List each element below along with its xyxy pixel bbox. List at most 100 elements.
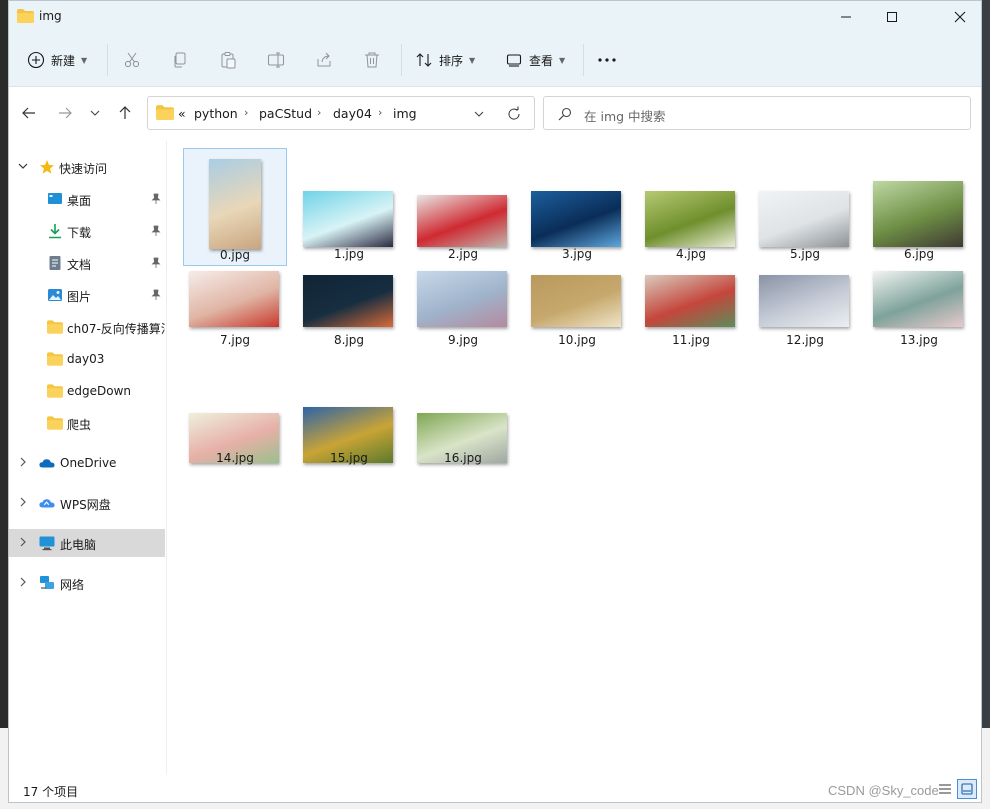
folder-icon [47, 416, 63, 430]
close-button[interactable] [937, 1, 981, 33]
sidebar-label: 网络 [60, 578, 85, 592]
maximize-button[interactable] [869, 1, 915, 33]
breadcrumb-python[interactable]: python [194, 106, 238, 121]
download-icon [49, 224, 61, 239]
chevron-right-icon[interactable] [18, 457, 28, 467]
pin-icon[interactable] [151, 289, 161, 301]
sidebar-item-quick-access[interactable]: 快速访问 [9, 153, 165, 181]
search-input[interactable]: 在 img 中搜索 [543, 96, 971, 130]
paste-button[interactable] [219, 45, 237, 75]
file-item[interactable]: 15.jpg [297, 389, 401, 469]
delete-button[interactable] [363, 45, 381, 75]
view-button[interactable]: 查看 ▼ [505, 45, 565, 75]
file-item[interactable]: 7.jpg [183, 271, 287, 351]
file-item[interactable]: 13.jpg [867, 271, 971, 351]
grid-icon [961, 783, 973, 795]
recent-locations-button[interactable] [83, 101, 107, 125]
image-thumbnail [873, 181, 963, 247]
folder-icon [47, 320, 63, 334]
image-thumbnail [417, 271, 507, 327]
up-button[interactable] [113, 101, 137, 125]
file-item[interactable]: 4.jpg [639, 147, 743, 265]
sidebar-label: ch07-反向传播算法 [67, 322, 165, 336]
file-item[interactable]: 5.jpg [753, 147, 857, 265]
chevron-down-icon: ▼ [81, 55, 88, 65]
breadcrumb-img[interactable]: img [393, 106, 417, 121]
file-item[interactable]: 2.jpg [411, 147, 515, 265]
sidebar-item-documents[interactable]: 文档 [9, 249, 165, 277]
image-thumbnail [303, 275, 393, 327]
file-name: 15.jpg [330, 451, 368, 465]
address-bar[interactable]: « python › paCStud › day04 › img [147, 96, 535, 130]
sidebar-item-day03[interactable]: day03 [9, 345, 165, 373]
new-button[interactable]: 新建 ▼ [27, 45, 87, 75]
sidebar-label: OneDrive [60, 456, 117, 470]
more-icon [598, 58, 616, 62]
sort-button[interactable]: 排序 ▼ [415, 45, 475, 75]
sidebar-label: 下载 [67, 226, 92, 240]
pin-icon[interactable] [151, 225, 161, 237]
chevron-down-icon[interactable] [18, 161, 28, 171]
sidebar-item-ch07[interactable]: ch07-反向传播算法 [9, 313, 165, 341]
sidebar-item-downloads[interactable]: 下载 [9, 217, 165, 245]
chevron-right-icon[interactable]: › [317, 106, 321, 119]
sidebar-item-network[interactable]: 网络 [9, 569, 165, 597]
refresh-icon[interactable] [506, 106, 522, 122]
file-item[interactable]: 14.jpg [183, 389, 287, 469]
file-item[interactable]: 10.jpg [525, 271, 629, 351]
chevron-right-icon[interactable]: › [378, 106, 382, 119]
breadcrumb-pacstud[interactable]: paCStud [259, 106, 312, 121]
sidebar-item-onedrive[interactable]: OneDrive [9, 449, 165, 477]
file-item[interactable]: 8.jpg [297, 271, 401, 351]
command-bar: 新建 ▼ 排序 ▼ 查看 ▼ [9, 33, 981, 87]
breadcrumb-overflow[interactable]: « [178, 106, 186, 121]
file-item[interactable]: 1.jpg [297, 147, 401, 265]
file-item[interactable]: 11.jpg [639, 271, 743, 351]
sidebar-item-this-pc[interactable]: 此电脑 [9, 529, 165, 557]
pin-icon[interactable] [151, 257, 161, 269]
file-item[interactable]: 0.jpg [183, 148, 287, 266]
minimize-button[interactable] [823, 1, 869, 33]
back-button[interactable] [17, 101, 41, 125]
sidebar-label: 此电脑 [60, 538, 97, 552]
forward-button[interactable] [53, 101, 77, 125]
new-label: 新建 [51, 53, 76, 68]
pin-icon[interactable] [151, 193, 161, 205]
file-item[interactable]: 6.jpg [867, 147, 971, 265]
window-title: img [39, 9, 62, 23]
arrow-left-icon [22, 107, 35, 119]
trash-icon [365, 52, 379, 68]
more-options-button[interactable] [597, 45, 617, 75]
chevron-right-icon[interactable] [18, 537, 28, 547]
file-item[interactable]: 12.jpg [753, 271, 857, 351]
chevron-right-icon[interactable] [18, 497, 28, 507]
large-icons-view-button[interactable] [957, 779, 977, 799]
title-bar[interactable]: img [9, 1, 981, 33]
file-item[interactable]: 3.jpg [525, 147, 629, 265]
sidebar-item-edgedown[interactable]: edgeDown [9, 377, 165, 405]
file-item[interactable]: 16.jpg [411, 389, 515, 469]
share-button[interactable] [315, 45, 333, 75]
arrow-up-icon [119, 106, 131, 119]
file-name: 9.jpg [447, 333, 479, 347]
image-thumbnail [531, 191, 621, 247]
file-item[interactable]: 9.jpg [411, 271, 515, 351]
copy-button[interactable] [171, 45, 189, 75]
sidebar-item-pictures[interactable]: 图片 [9, 281, 165, 309]
breadcrumb-day04[interactable]: day04 [333, 106, 372, 121]
sidebar-item-wps[interactable]: WPS网盘 [9, 489, 165, 517]
sidebar-item-desktop[interactable]: 桌面 [9, 185, 165, 213]
desktop-icon [48, 193, 62, 204]
toolbar-divider [583, 44, 584, 76]
chevron-down-icon: ▼ [469, 55, 476, 65]
cut-button[interactable] [123, 45, 141, 75]
chevron-right-icon[interactable]: › [244, 106, 248, 119]
file-list[interactable]: 0.jpg 1.jpg 2.jpg 3.jpg 4.jpg 5.jpg 6.jpg 7.jpg… [167, 141, 981, 775]
file-name: 10.jpg [558, 333, 596, 347]
sidebar-label: 快速访问 [59, 162, 108, 176]
rename-button[interactable] [267, 45, 285, 75]
image-thumbnail [303, 191, 393, 247]
sidebar-item-crawler[interactable]: 爬虫 [9, 409, 165, 437]
chevron-right-icon[interactable] [18, 577, 28, 587]
chevron-down-icon[interactable] [474, 109, 484, 119]
